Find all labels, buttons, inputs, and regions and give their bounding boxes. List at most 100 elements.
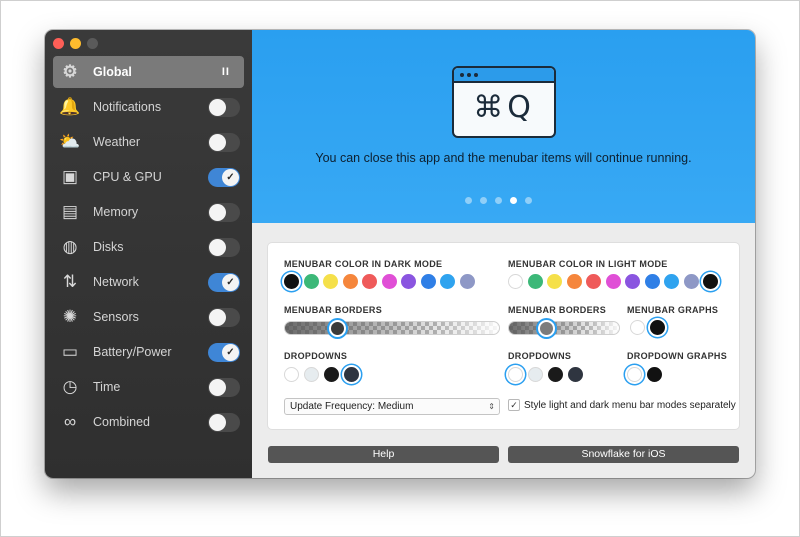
zoom-window-button[interactable] — [87, 38, 98, 49]
dropdown-graph-swatch[interactable] — [647, 367, 662, 382]
toggle-switch[interactable] — [208, 237, 240, 257]
sidebar-item[interactable]: ▤ Memory — [53, 196, 244, 228]
update-frequency-select[interactable]: Update Frequency: Medium ⇕ — [284, 398, 500, 415]
close-window-button[interactable] — [53, 38, 64, 49]
dark-color-swatch[interactable] — [381, 274, 397, 289]
dark-borders-slider[interactable] — [284, 320, 500, 337]
page-indicator — [465, 197, 532, 204]
dark-dropdown-swatch[interactable] — [324, 367, 339, 382]
sidebar-item[interactable]: ▭ Battery/Power ✓ — [53, 336, 244, 368]
illustration-titlebar — [454, 68, 554, 83]
sidebar-item[interactable]: ⚙ Global II — [53, 56, 244, 88]
toggle-switch[interactable] — [208, 377, 240, 397]
toggle-switch[interactable] — [208, 307, 240, 327]
toggle-switch[interactable]: ✓ — [208, 167, 240, 187]
toggle-switch[interactable] — [208, 202, 240, 222]
dark-color-swatch[interactable] — [362, 274, 377, 289]
menubar-graphs-label: MENUBAR GRAPHS — [627, 305, 719, 315]
toggle-knob: ✓ — [222, 168, 239, 186]
style-separately-option[interactable]: ✓ Style light and dark menu bar modes se… — [508, 399, 736, 411]
toggle-switch[interactable]: ✓ — [208, 272, 240, 292]
light-color-swatch[interactable] — [625, 274, 640, 289]
help-button[interactable]: Help — [268, 446, 499, 463]
dark-color-swatch[interactable] — [323, 274, 338, 289]
sidebar-item-label: Network — [93, 275, 139, 289]
dark-borders-slider-thumb[interactable] — [329, 320, 346, 337]
clock-icon: ◷ — [62, 377, 78, 396]
toggle-knob — [209, 308, 226, 326]
toggle-knob — [209, 238, 226, 256]
dark-color-swatch[interactable] — [459, 274, 475, 289]
dark-mode-color-label: MENUBAR COLOR IN DARK MODE — [284, 259, 443, 269]
dark-color-swatch[interactable] — [420, 274, 436, 289]
window-controls — [53, 38, 98, 49]
toggle-knob: ✓ — [222, 273, 239, 291]
sensor-icon: ✺ — [62, 307, 78, 326]
light-color-swatch[interactable] — [605, 274, 621, 289]
sidebar-item[interactable]: ∞ Combined — [53, 406, 244, 438]
sidebar-item-label: Notifications — [93, 100, 162, 114]
sidebar-item[interactable]: ◍ Disks — [53, 231, 244, 263]
style-separately-checkbox[interactable]: ✓ — [508, 399, 520, 411]
page-dot[interactable] — [510, 197, 517, 204]
sidebar-item[interactable]: ◷ Time — [53, 371, 244, 403]
dropdown-graphs-label: DROPDOWN GRAPHS — [627, 351, 728, 361]
dark-dropdown-swatch[interactable] — [304, 367, 319, 382]
sidebar-item[interactable]: 🔔 Notifications — [53, 91, 244, 123]
toggle-knob — [209, 413, 226, 431]
light-borders-slider[interactable] — [508, 320, 620, 337]
page-dot[interactable] — [480, 197, 487, 204]
toggle-switch[interactable]: ✓ — [208, 342, 240, 362]
dark-color-swatch[interactable] — [401, 274, 416, 289]
light-color-swatch[interactable] — [586, 274, 601, 289]
page-dot[interactable] — [525, 197, 532, 204]
dark-dropdowns-label: DROPDOWNS — [284, 351, 348, 361]
graph-color-swatch[interactable] — [650, 320, 665, 335]
dark-color-swatch[interactable] — [440, 274, 455, 289]
toggle-switch[interactable] — [208, 132, 240, 152]
dark-color-swatch[interactable] — [303, 274, 319, 289]
weather-icon: ⛅ — [59, 132, 81, 151]
snowflake-ios-button[interactable]: Snowflake for iOS — [508, 446, 739, 463]
dark-dropdown-swatch[interactable] — [344, 367, 359, 382]
page-dot[interactable] — [465, 197, 472, 204]
sidebar-item[interactable]: ▣ CPU & GPU ✓ — [53, 161, 244, 193]
banner-message: You can close this app and the menubar i… — [315, 151, 692, 165]
dark-dropdown-swatch[interactable] — [284, 367, 299, 382]
sidebar-item[interactable]: ⛅ Weather — [53, 126, 244, 158]
sidebar-item-label: Weather — [93, 135, 141, 149]
page-dot[interactable] — [495, 197, 502, 204]
toggle-knob: ✓ — [222, 343, 239, 361]
dark-color-swatch[interactable] — [342, 274, 358, 289]
light-color-swatch[interactable] — [664, 274, 679, 289]
sidebar-item[interactable]: ⇅ Network ✓ — [53, 266, 244, 298]
pause-icon[interactable]: II — [222, 66, 230, 78]
toggle-switch[interactable] — [208, 97, 240, 117]
toggle-switch[interactable] — [208, 412, 240, 432]
light-dropdowns-label: DROPDOWNS — [508, 351, 572, 361]
command-q-keys: ⌘Q — [473, 90, 535, 125]
sidebar-item[interactable]: ✺ Sensors — [53, 301, 244, 333]
gear-icon: ⚙ — [62, 62, 78, 81]
light-color-swatch[interactable] — [703, 274, 718, 289]
app-window-illustration: ⌘Q — [452, 66, 556, 138]
light-color-swatch[interactable] — [683, 274, 699, 289]
light-color-swatch[interactable] — [547, 274, 562, 289]
combined-icon: ∞ — [63, 412, 77, 431]
light-dropdown-swatch[interactable] — [528, 367, 543, 382]
style-separately-label: Style light and dark menu bar modes sepa… — [524, 399, 736, 411]
dropdown-graph-swatch[interactable] — [627, 367, 642, 382]
toggle-knob — [209, 133, 226, 151]
light-dropdown-swatch[interactable] — [508, 367, 523, 382]
light-color-swatch[interactable] — [644, 274, 660, 289]
graph-color-swatch[interactable] — [630, 320, 645, 335]
light-dropdown-swatch[interactable] — [568, 367, 583, 382]
dark-color-swatch[interactable] — [284, 274, 299, 289]
light-borders-slider-thumb[interactable] — [538, 320, 555, 337]
bell-icon: 🔔 — [59, 97, 81, 116]
light-color-swatch[interactable] — [566, 274, 582, 289]
minimize-window-button[interactable] — [70, 38, 81, 49]
light-color-swatch[interactable] — [527, 274, 543, 289]
light-dropdown-swatch[interactable] — [548, 367, 563, 382]
light-color-swatch[interactable] — [508, 274, 523, 289]
